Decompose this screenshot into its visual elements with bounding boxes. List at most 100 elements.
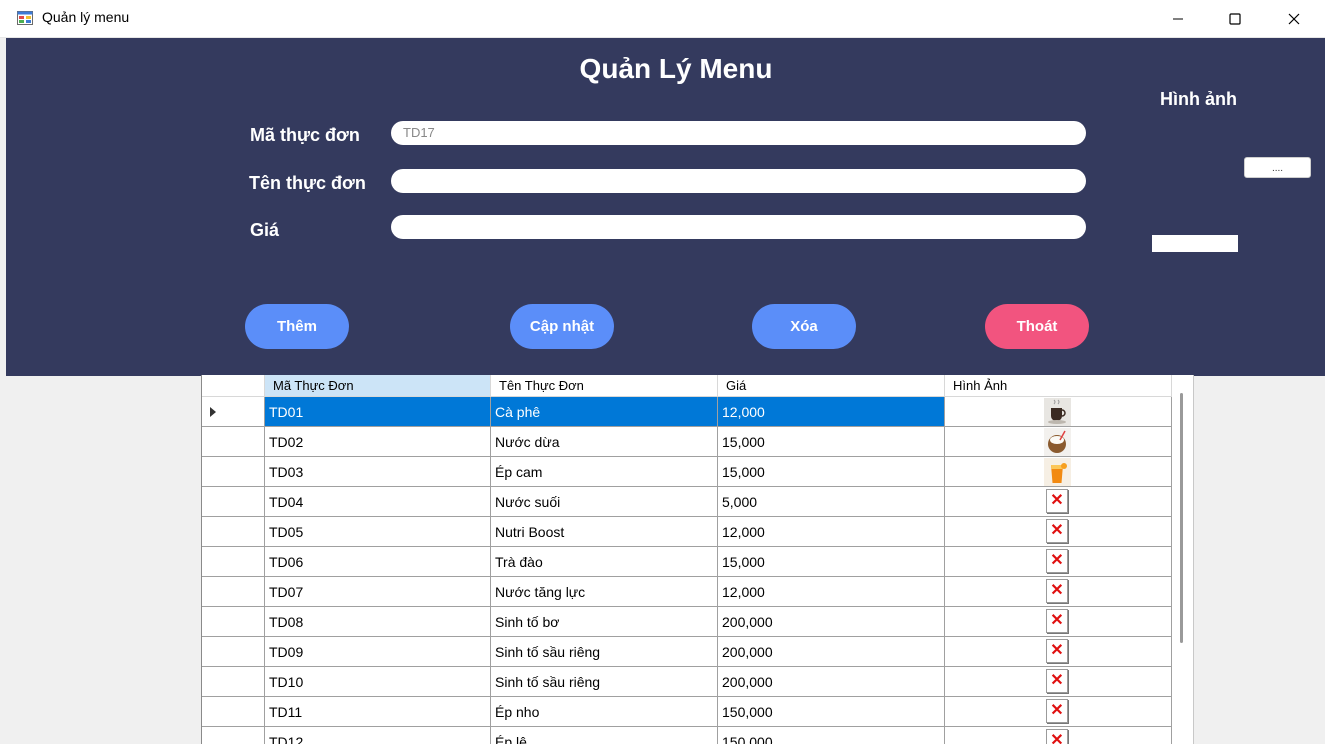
table-row[interactable]: TD08 Sinh tố bơ 200,000 ✕ <box>202 607 1172 637</box>
cell-menu-id[interactable]: TD11 <box>265 697 491 727</box>
cell-price[interactable]: 15,000 <box>718 427 945 457</box>
cell-menu-id[interactable]: TD06 <box>265 547 491 577</box>
cell-menu-name[interactable]: Trà đào <box>491 547 718 577</box>
table-row[interactable]: TD09 Sinh tố sầu riêng 200,000 ✕ <box>202 637 1172 667</box>
cell-menu-id[interactable]: TD04 <box>265 487 491 517</box>
menu-name-input[interactable] <box>391 169 1086 193</box>
menu-form-panel: Quản Lý Menu Mã thực đơn TD17 Tên thực đ… <box>6 38 1325 376</box>
window-title: Quản lý menu <box>42 9 130 25</box>
cell-menu-name[interactable]: Ép nho <box>491 697 718 727</box>
cell-image[interactable]: ✕ <box>945 607 1172 637</box>
cell-price[interactable]: 150,000 <box>718 727 945 744</box>
cell-menu-name[interactable]: Ép cam <box>491 457 718 487</box>
cell-price[interactable]: 12,000 <box>718 517 945 547</box>
cell-image[interactable]: ✕ <box>945 667 1172 697</box>
column-header-id[interactable]: Mã Thực Đơn <box>265 375 491 397</box>
cell-image[interactable]: ✕ <box>945 577 1172 607</box>
table-row[interactable]: TD03 Ép cam 15,000 <box>202 457 1172 487</box>
cell-menu-name[interactable]: Cà phê <box>491 397 718 427</box>
update-button[interactable]: Cập nhật <box>510 304 614 349</box>
exit-button[interactable]: Thoát <box>985 304 1089 349</box>
row-header[interactable] <box>202 397 265 427</box>
cell-price[interactable]: 200,000 <box>718 607 945 637</box>
cell-image[interactable]: ✕ <box>945 547 1172 577</box>
cell-image[interactable] <box>945 397 1172 427</box>
menu-name-label: Tên thực đơn <box>249 173 366 193</box>
column-header-name[interactable]: Tên Thực Đơn <box>491 375 718 397</box>
table-row[interactable]: TD10 Sinh tố sầu riêng 200,000 ✕ <box>202 667 1172 697</box>
image-label: Hình ảnh <box>1160 89 1237 109</box>
row-header[interactable] <box>202 457 265 487</box>
cell-menu-id[interactable]: TD03 <box>265 457 491 487</box>
cell-menu-name[interactable]: Sinh tố sầu riêng <box>491 667 718 697</box>
cell-menu-id[interactable]: TD09 <box>265 637 491 667</box>
cell-menu-id[interactable]: TD07 <box>265 577 491 607</box>
menu-id-input[interactable]: TD17 <box>391 121 1086 145</box>
column-header-price[interactable]: Giá <box>718 375 945 397</box>
row-header[interactable] <box>202 727 265 744</box>
minimize-button[interactable] <box>1149 0 1207 37</box>
table-row[interactable]: TD12 Ép lê 150,000 ✕ <box>202 727 1172 744</box>
cell-menu-id[interactable]: TD10 <box>265 667 491 697</box>
cell-image[interactable]: ✕ <box>945 517 1172 547</box>
add-button[interactable]: Thêm <box>245 304 349 349</box>
table-row[interactable]: TD02 Nước dừa 15,000 <box>202 427 1172 457</box>
broken-image-icon: ✕ <box>1046 489 1068 513</box>
image-preview <box>1152 235 1238 252</box>
current-row-arrow-icon <box>210 407 216 417</box>
delete-button[interactable]: Xóa <box>752 304 856 349</box>
cell-image[interactable]: ✕ <box>945 697 1172 727</box>
close-icon <box>1288 13 1300 24</box>
cell-menu-id[interactable]: TD02 <box>265 427 491 457</box>
cell-menu-id[interactable]: TD05 <box>265 517 491 547</box>
app-form-icon <box>17 10 33 26</box>
row-header[interactable] <box>202 667 265 697</box>
column-header-image[interactable]: Hình Ảnh <box>945 375 1172 397</box>
cell-price[interactable]: 200,000 <box>718 667 945 697</box>
orange-juice-icon <box>1044 458 1071 486</box>
cell-price[interactable]: 15,000 <box>718 547 945 577</box>
cell-price[interactable]: 12,000 <box>718 397 945 427</box>
browse-image-button[interactable]: .... <box>1244 157 1311 178</box>
row-header[interactable] <box>202 577 265 607</box>
table-row[interactable]: TD11 Ép nho 150,000 ✕ <box>202 697 1172 727</box>
row-header[interactable] <box>202 607 265 637</box>
cell-image[interactable] <box>945 427 1172 457</box>
row-header[interactable] <box>202 487 265 517</box>
table-row[interactable]: TD06 Trà đào 15,000 ✕ <box>202 547 1172 577</box>
cell-menu-name[interactable]: Sinh tố sầu riêng <box>491 637 718 667</box>
cell-image[interactable]: ✕ <box>945 727 1172 744</box>
row-header[interactable] <box>202 637 265 667</box>
cell-menu-name[interactable]: Nước dừa <box>491 427 718 457</box>
cell-menu-name[interactable]: Sinh tố bơ <box>491 607 718 637</box>
cell-menu-id[interactable]: TD08 <box>265 607 491 637</box>
row-header[interactable] <box>202 547 265 577</box>
close-button[interactable] <box>1265 0 1323 37</box>
table-row[interactable]: TD04 Nước suối 5,000 ✕ <box>202 487 1172 517</box>
cell-price[interactable]: 15,000 <box>718 457 945 487</box>
table-row[interactable]: TD01 Cà phê 12,000 <box>202 397 1172 427</box>
cell-price[interactable]: 200,000 <box>718 637 945 667</box>
cell-image[interactable] <box>945 457 1172 487</box>
cell-menu-id[interactable]: TD01 <box>265 397 491 427</box>
table-row[interactable]: TD07 Nước tăng lực 12,000 ✕ <box>202 577 1172 607</box>
maximize-icon <box>1229 12 1241 25</box>
table-row[interactable]: TD05 Nutri Boost 12,000 ✕ <box>202 517 1172 547</box>
price-input[interactable] <box>391 215 1086 239</box>
row-header[interactable] <box>202 427 265 457</box>
cell-menu-name[interactable]: Nước suối <box>491 487 718 517</box>
cell-price[interactable]: 12,000 <box>718 577 945 607</box>
menu-data-grid[interactable]: Mã Thực Đơn Tên Thực Đơn Giá Hình Ảnh TD… <box>201 375 1194 744</box>
maximize-button[interactable] <box>1206 0 1264 37</box>
cell-menu-name[interactable]: Nước tăng lực <box>491 577 718 607</box>
vertical-scrollbar[interactable] <box>1180 393 1183 643</box>
cell-image[interactable]: ✕ <box>945 487 1172 517</box>
cell-price[interactable]: 150,000 <box>718 697 945 727</box>
cell-menu-id[interactable]: TD12 <box>265 727 491 744</box>
cell-image[interactable]: ✕ <box>945 637 1172 667</box>
cell-price[interactable]: 5,000 <box>718 487 945 517</box>
cell-menu-name[interactable]: Ép lê <box>491 727 718 744</box>
cell-menu-name[interactable]: Nutri Boost <box>491 517 718 547</box>
row-header[interactable] <box>202 517 265 547</box>
row-header[interactable] <box>202 697 265 727</box>
